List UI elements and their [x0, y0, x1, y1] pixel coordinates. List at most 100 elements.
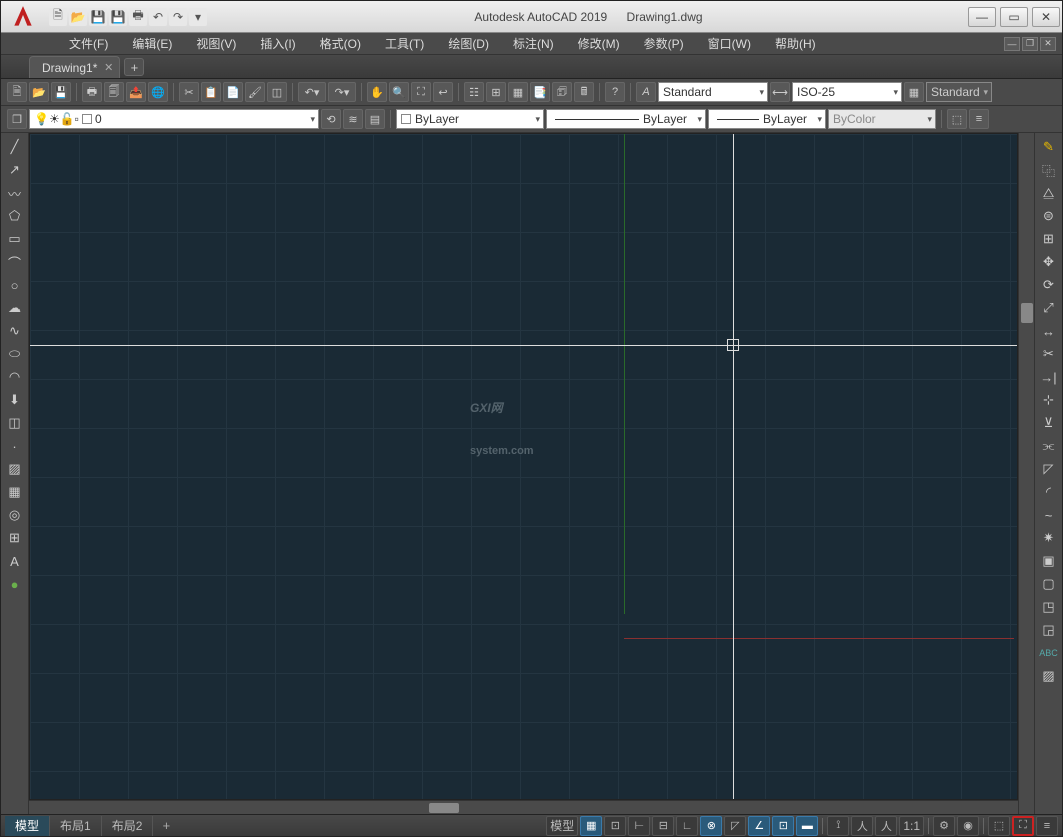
- qat-dropdown-icon[interactable]: ▾: [189, 8, 207, 26]
- menu-window[interactable]: 窗口(W): [696, 33, 763, 54]
- customize-icon[interactable]: ≡: [1036, 816, 1058, 836]
- offset-icon[interactable]: ⊜: [1039, 206, 1059, 226]
- scale-button[interactable]: 1:1: [899, 816, 924, 836]
- list-icon[interactable]: ≡: [969, 109, 989, 129]
- zoom-window-icon[interactable]: ⛶: [411, 82, 431, 102]
- draworder-above-icon[interactable]: ◳: [1039, 597, 1059, 617]
- mtext-icon[interactable]: A: [5, 551, 25, 571]
- scale-icon[interactable]: ⤢: [1039, 298, 1059, 318]
- menu-draw[interactable]: 绘图(D): [436, 33, 501, 54]
- revcloud-icon[interactable]: ☁: [5, 298, 25, 318]
- hatch-back-icon[interactable]: ▨: [1039, 666, 1059, 686]
- layer-iso-icon[interactable]: ▤: [365, 109, 385, 129]
- osnap-toggle-icon[interactable]: ∠: [748, 816, 770, 836]
- table-style-combo[interactable]: Standard: [926, 82, 992, 102]
- vscroll-thumb[interactable]: [1021, 303, 1033, 323]
- new-tab-button[interactable]: +: [124, 58, 144, 76]
- layer-combo[interactable]: 💡 ☀ 🔓 ▫ 0: [29, 109, 319, 129]
- explode-icon[interactable]: ✷: [1039, 528, 1059, 548]
- dimstyle-icon[interactable]: ⟷: [770, 82, 790, 102]
- qat-print-icon[interactable]: 🖶: [129, 8, 147, 26]
- menu-file[interactable]: 文件(F): [57, 33, 120, 54]
- save-icon[interactable]: 💾: [51, 82, 71, 102]
- chamfer-icon[interactable]: ◸: [1039, 459, 1059, 479]
- 3ddwf-icon[interactable]: 🌐: [148, 82, 168, 102]
- vertical-scrollbar[interactable]: [1018, 133, 1034, 814]
- help-icon[interactable]: ?: [605, 82, 625, 102]
- undo-icon[interactable]: ↶▾: [298, 82, 326, 102]
- file-tab-active[interactable]: Drawing1* ✕: [29, 56, 120, 78]
- qat-undo-icon[interactable]: ↶: [149, 8, 167, 26]
- mdi-minimize-button[interactable]: —: [1004, 37, 1020, 51]
- array-icon[interactable]: ⊞: [1039, 229, 1059, 249]
- horizontal-scrollbar[interactable]: [29, 800, 1018, 814]
- xline-icon[interactable]: ↗: [5, 160, 25, 180]
- circle-icon[interactable]: ○: [5, 275, 25, 295]
- polyline-icon[interactable]: 〰: [5, 183, 25, 203]
- mdi-restore-button[interactable]: ❐: [1022, 37, 1038, 51]
- drawing-canvas[interactable]: /* grid injected below */ GXI网 system.co…: [29, 133, 1018, 800]
- zoom-prev-icon[interactable]: ↩: [433, 82, 453, 102]
- lineweight-combo[interactable]: ByLayer: [708, 109, 826, 129]
- menu-view[interactable]: 视图(V): [184, 33, 248, 54]
- annovisibility-icon[interactable]: 人: [875, 816, 897, 836]
- maximize-button[interactable]: ▭: [1000, 7, 1028, 27]
- open-icon[interactable]: 📂: [29, 82, 49, 102]
- qat-save-icon[interactable]: 💾: [89, 8, 107, 26]
- make-current-icon[interactable]: ⬚: [947, 109, 967, 129]
- isolate-icon[interactable]: ⬚: [988, 816, 1010, 836]
- linetype-combo[interactable]: ByLayer: [546, 109, 706, 129]
- rotate-icon[interactable]: ⟳: [1039, 275, 1059, 295]
- annoscale-icon[interactable]: ⟟: [827, 816, 849, 836]
- minimize-button[interactable]: —: [968, 7, 996, 27]
- draworder-under-icon[interactable]: ◲: [1039, 620, 1059, 640]
- workspace-icon[interactable]: ⚙: [933, 816, 955, 836]
- layout-tab-model[interactable]: 模型: [5, 816, 50, 836]
- isodraft-icon[interactable]: ◸: [724, 816, 746, 836]
- line-icon[interactable]: ╱: [5, 137, 25, 157]
- draworder-front-icon[interactable]: ▣: [1039, 551, 1059, 571]
- ortho-toggle-icon[interactable]: ∟: [676, 816, 698, 836]
- ellipse-arc-icon[interactable]: ◠: [5, 367, 25, 387]
- menu-modify[interactable]: 修改(M): [566, 33, 632, 54]
- toolpalette-icon[interactable]: ▦: [508, 82, 528, 102]
- layer-manager-icon[interactable]: ❒: [7, 109, 27, 129]
- lwdisplay-icon[interactable]: ▬: [796, 816, 818, 836]
- publish-icon[interactable]: 📤: [126, 82, 146, 102]
- app-logo[interactable]: [5, 3, 41, 31]
- dim-style-combo[interactable]: ISO-25: [792, 82, 902, 102]
- layer-state-icon[interactable]: ≋: [343, 109, 363, 129]
- layout-tab-2[interactable]: 布局2: [102, 816, 154, 836]
- addselected-icon[interactable]: ●: [5, 574, 25, 594]
- menu-insert[interactable]: 插入(I): [248, 33, 307, 54]
- menu-tools[interactable]: 工具(T): [373, 33, 436, 54]
- mirror-icon[interactable]: ⧋: [1039, 183, 1059, 203]
- file-tab-close-icon[interactable]: ✕: [104, 61, 113, 74]
- cleanscreen-icon[interactable]: ⛶: [1012, 816, 1034, 836]
- rectangle-icon[interactable]: ▭: [5, 229, 25, 249]
- menu-dimension[interactable]: 标注(N): [501, 33, 566, 54]
- dynamic-input-icon[interactable]: ⊟: [652, 816, 674, 836]
- table-icon[interactable]: ⊞: [5, 528, 25, 548]
- make-block-icon[interactable]: ◫: [5, 413, 25, 433]
- extend-icon[interactable]: →|: [1039, 367, 1059, 387]
- preview-icon[interactable]: 🗐: [104, 82, 124, 102]
- hatch-icon[interactable]: ▨: [5, 459, 25, 479]
- textstyle-icon[interactable]: A: [636, 82, 656, 102]
- markup-icon[interactable]: 🗊: [552, 82, 572, 102]
- polygon-icon[interactable]: ⬠: [5, 206, 25, 226]
- paste-icon[interactable]: 📄: [223, 82, 243, 102]
- qat-new-icon[interactable]: 🗎: [49, 8, 67, 26]
- menu-edit[interactable]: 编辑(E): [120, 33, 184, 54]
- mdi-close-button[interactable]: ✕: [1040, 37, 1056, 51]
- grid-toggle-icon[interactable]: ▦: [580, 816, 602, 836]
- stretch-icon[interactable]: ↔: [1039, 321, 1059, 341]
- menu-help[interactable]: 帮助(H): [763, 33, 828, 54]
- hardware-accel-icon[interactable]: ◉: [957, 816, 979, 836]
- close-button[interactable]: ✕: [1032, 7, 1060, 27]
- qat-redo-icon[interactable]: ↷: [169, 8, 187, 26]
- erase-icon[interactable]: ✎: [1039, 137, 1059, 157]
- redo-icon[interactable]: ↷▾: [328, 82, 356, 102]
- match-icon[interactable]: 🖌: [245, 82, 265, 102]
- qat-open-icon[interactable]: 📂: [69, 8, 87, 26]
